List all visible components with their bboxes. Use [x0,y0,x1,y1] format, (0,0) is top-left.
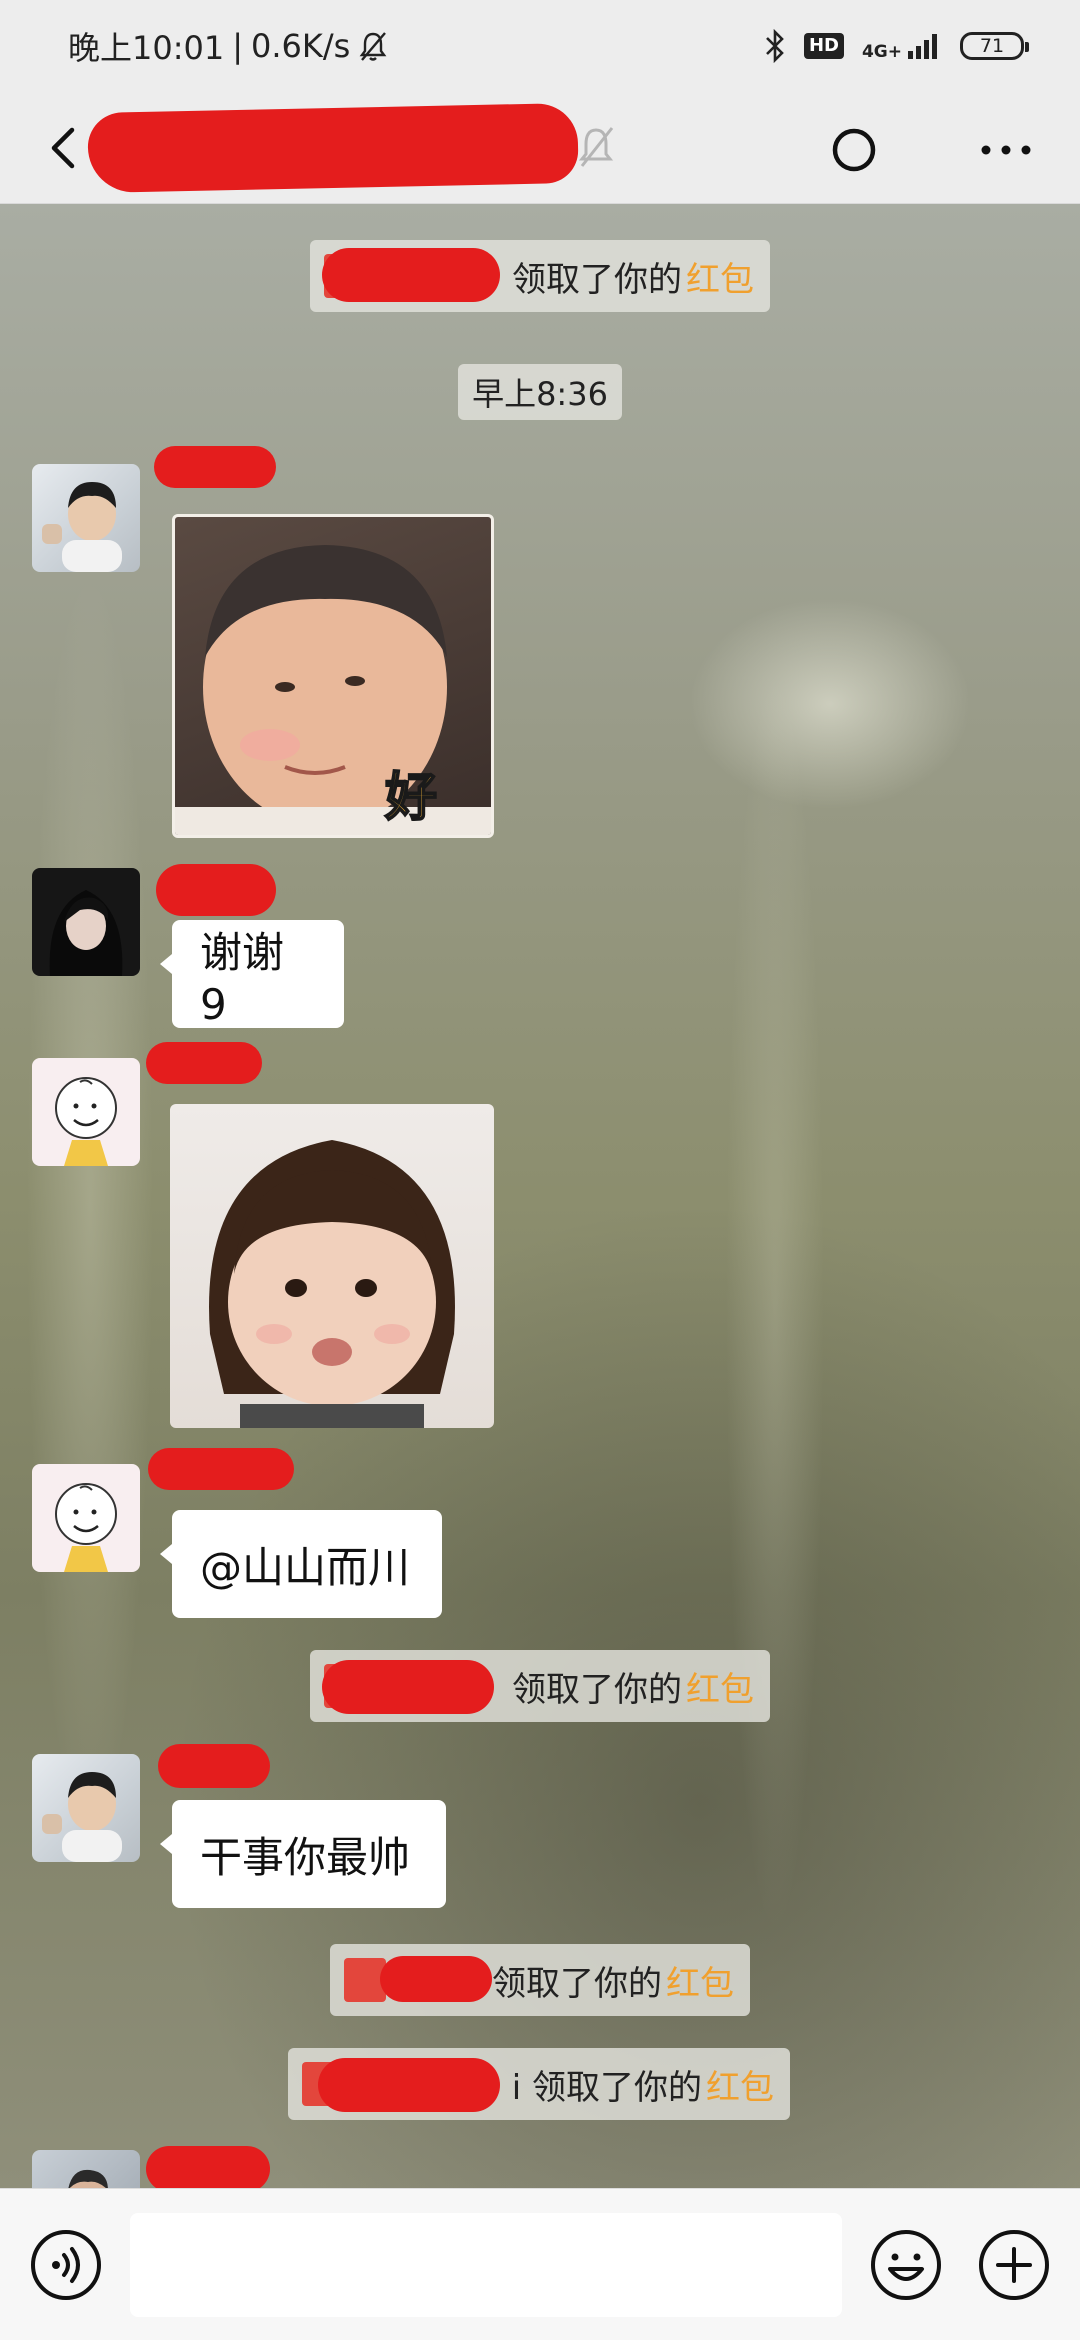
red-packet-notice: 领取了你的 红包 [310,1650,770,1722]
sender-name-redacted [146,2146,270,2188]
notice-text: i 领取了你的 [511,2067,702,2108]
signal-icon [908,34,937,59]
hd-badge: HD [803,33,844,59]
timestamp: 早上8:36 [458,364,622,420]
sticker-caption: 好 [384,767,438,829]
sender-name-redacted [148,1448,294,1490]
status-time: 晚上10:01 [68,29,225,67]
status-net-speed: 0.6K/s [251,27,351,65]
battery-icon: 71 [960,32,1029,60]
red-packet-link[interactable]: 红包 [686,252,754,301]
circle-icon[interactable] [826,122,882,178]
name-redacted [322,1660,494,1714]
voice-icon[interactable] [28,2227,104,2303]
avatar[interactable] [32,2150,140,2188]
status-right: HD 4G+ 71 [764,29,1029,63]
status-bar: 晚上10:01 | 0.6K/s HD 4G+ 71 [0,0,1080,92]
network-type: 4G+ [861,42,902,62]
chevron-left-icon[interactable] [32,116,92,180]
notice-text: 领取了你的 [492,1963,662,2004]
sender-name-redacted [154,446,276,488]
avatar-image [68,2169,108,2188]
avatar-image [42,1772,122,1862]
red-packet-notice: 领取了你的 红包 [330,1944,750,2016]
text-message-bubble[interactable]: 谢谢 9 [160,920,344,1029]
sticker-image [209,1140,455,1428]
message-text: 干事你最帅 [200,1832,411,1882]
message-text: @山山而川 [200,1542,411,1592]
name-redacted [318,2058,500,2112]
avatar[interactable] [32,464,140,572]
avatar[interactable] [32,1058,140,1166]
chat-message-list[interactable]: 领取了你的 红包 早上8:36 好 谢谢 9 @山山而川 领取了你的 红包 干事… [0,204,1080,2188]
notice-text: 领取了你的 [512,259,682,300]
red-packet-link[interactable]: 红包 [686,1662,754,1711]
status-left: 晚上10:01 | 0.6K/s [68,23,388,69]
avatar-image [55,1077,117,1166]
bell-off-icon [578,127,614,167]
avatar-image [42,482,122,572]
sticker-message[interactable] [170,1104,494,1428]
sender-name-redacted [158,1744,270,1788]
sticker-image [175,545,491,835]
sender-name-redacted [156,864,276,916]
avatar[interactable] [32,1754,140,1862]
red-packet-link[interactable]: 红包 [666,1956,734,2005]
message-text: 谢谢 9 [200,928,285,1029]
avatar[interactable] [32,1464,140,1572]
bell-off-icon [359,32,387,61]
avatar-image [55,1483,117,1572]
red-packet-notice: 领取了你的 红包 [310,240,770,312]
sender-name-redacted [146,1042,262,1084]
text-message-bubble[interactable]: @山山而川 [160,1510,442,1618]
chat-title-redacted[interactable] [87,102,579,194]
bluetooth-icon [766,29,784,63]
status-separator: | [232,27,244,65]
network-indicator: 4G+ [862,31,942,61]
red-packet-notice: i 领取了你的 红包 [288,2048,790,2120]
notice-text: 领取了你的 [512,1669,682,1710]
avatar-image [49,890,123,976]
sticker-message[interactable]: 好 [172,514,494,838]
more-dots-icon[interactable] [976,122,1036,178]
battery-level: 71 [979,35,1005,57]
smiley-icon[interactable] [868,2227,944,2303]
name-redacted [380,1956,492,2002]
chat-header [0,92,1080,204]
plus-icon[interactable] [976,2227,1052,2303]
text-message-bubble[interactable]: 干事你最帅 [160,1800,446,1908]
red-packet-link[interactable]: 红包 [706,2060,774,2109]
input-toolbar [0,2188,1080,2340]
name-redacted [322,248,500,302]
avatar[interactable] [32,868,140,976]
message-input[interactable] [130,2213,842,2317]
